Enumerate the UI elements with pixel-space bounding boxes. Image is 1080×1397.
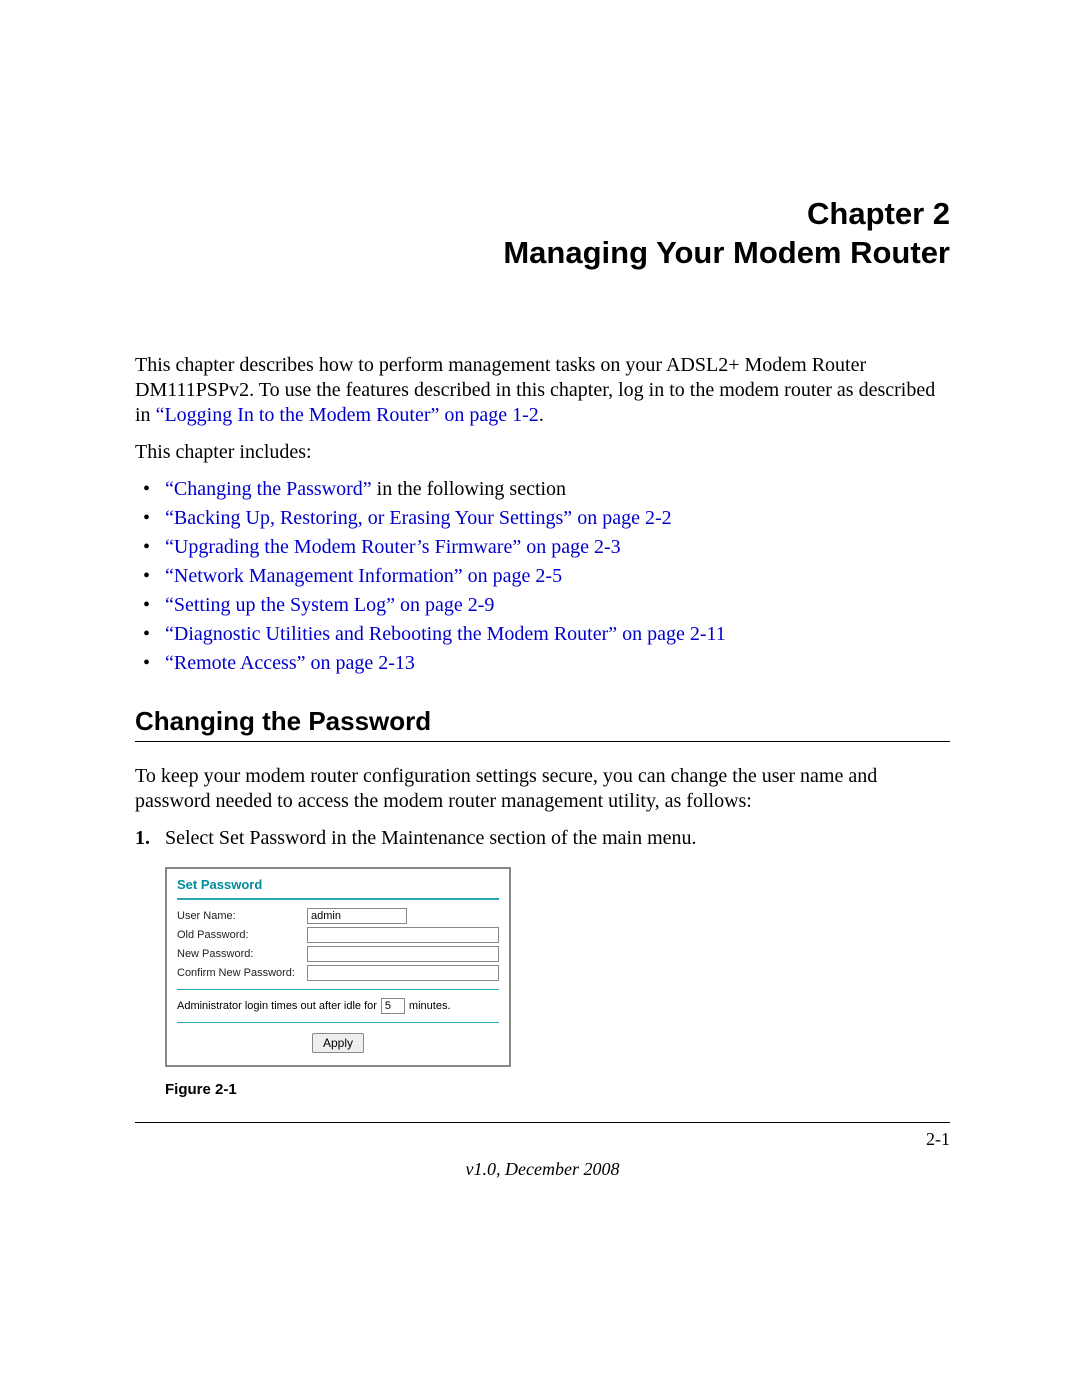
idle-text-before: Administrator login times out after idle… — [177, 1000, 377, 1012]
page-number: 2-1 — [926, 1129, 950, 1150]
list-item: “Changing the Password” in the following… — [135, 477, 950, 502]
apply-button[interactable]: Apply — [312, 1033, 364, 1053]
includes-label: This chapter includes: — [135, 440, 950, 465]
list-item: “Diagnostic Utilities and Rebooting the … — [135, 622, 950, 647]
upgrade-firmware-link[interactable]: “Upgrading the Modem Router’s Firmware” … — [165, 536, 621, 558]
panel-divider — [177, 898, 499, 900]
set-password-panel: Set Password User Name: Old Password: Ne… — [165, 867, 511, 1067]
panel-divider-thin — [177, 989, 499, 990]
old-password-label: Old Password: — [177, 929, 307, 941]
footer-rule — [135, 1122, 950, 1123]
figure: Set Password User Name: Old Password: Ne… — [165, 867, 950, 1067]
idle-text-after: minutes. — [409, 1000, 451, 1012]
list-item-tail: in the following section — [372, 478, 566, 500]
idle-minutes-input[interactable] — [381, 998, 405, 1014]
step-item: 1. Select Set Password in the Maintenanc… — [135, 826, 950, 851]
new-password-label: New Password: — [177, 948, 307, 960]
intro-text-after: . — [539, 404, 544, 426]
chapter-number: Chapter 2 — [807, 196, 950, 231]
list-item: “Upgrading the Modem Router’s Firmware” … — [135, 535, 950, 560]
login-link[interactable]: “Logging In to the Modem Router” on page… — [156, 404, 539, 426]
list-item: “Setting up the System Log” on page 2-9 — [135, 593, 950, 618]
new-password-input[interactable] — [307, 946, 499, 962]
step-text: Select Set Password in the Maintenance s… — [165, 827, 697, 849]
old-password-input[interactable] — [307, 927, 499, 943]
changing-password-link[interactable]: “Changing the Password” — [165, 478, 372, 500]
username-label: User Name: — [177, 910, 307, 922]
list-item: “Remote Access” on page 2-13 — [135, 651, 950, 676]
network-mgmt-link[interactable]: “Network Management Information” on page… — [165, 565, 562, 587]
diagnostic-link[interactable]: “Diagnostic Utilities and Rebooting the … — [165, 623, 726, 645]
step-number: 1. — [135, 826, 150, 851]
list-item: “Backing Up, Restoring, or Erasing Your … — [135, 506, 950, 531]
steps-list: 1. Select Set Password in the Maintenanc… — [135, 826, 950, 851]
system-log-link[interactable]: “Setting up the System Log” on page 2-9 — [165, 594, 494, 616]
confirm-password-input[interactable] — [307, 965, 499, 981]
chapter-contents-list: “Changing the Password” in the following… — [135, 477, 950, 676]
version-text: v1.0, December 2008 — [135, 1159, 950, 1180]
footer-row: 2-1 — [135, 1129, 950, 1151]
remote-access-link[interactable]: “Remote Access” on page 2-13 — [165, 652, 415, 674]
username-input[interactable] — [307, 908, 407, 924]
section-intro: To keep your modem router configuration … — [135, 764, 950, 814]
backup-restore-link[interactable]: “Backing Up, Restoring, or Erasing Your … — [165, 507, 672, 529]
list-item: “Network Management Information” on page… — [135, 564, 950, 589]
confirm-password-label: Confirm New Password: — [177, 967, 307, 979]
intro-paragraph: This chapter describes how to perform ma… — [135, 353, 950, 428]
section-heading: Changing the Password — [135, 706, 950, 737]
figure-caption: Figure 2-1 — [165, 1081, 950, 1098]
chapter-name: Managing Your Modem Router — [503, 235, 950, 270]
panel-divider-thin-2 — [177, 1022, 499, 1023]
section-rule — [135, 741, 950, 742]
panel-title: Set Password — [177, 877, 499, 892]
chapter-title: Chapter 2 Managing Your Modem Router — [135, 195, 950, 273]
